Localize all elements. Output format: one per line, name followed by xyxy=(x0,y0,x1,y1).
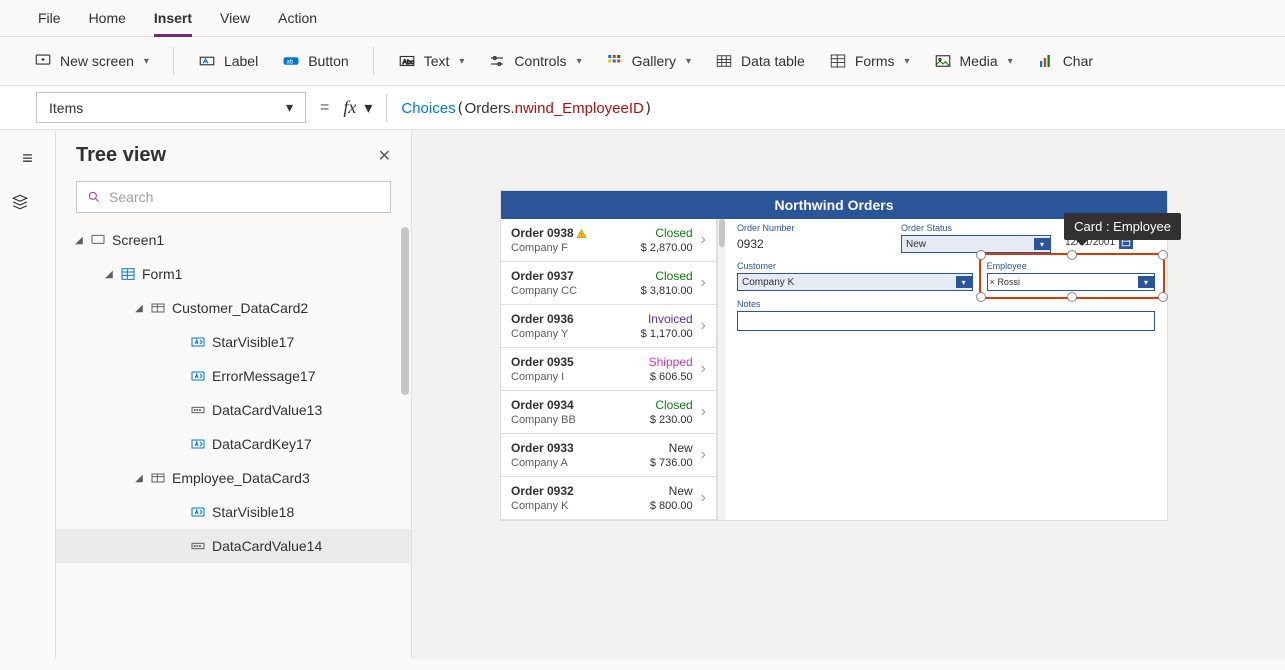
search-input[interactable] xyxy=(76,181,391,213)
equals-label: = xyxy=(320,99,329,117)
order-row[interactable]: Order 0938Company FClosed$ 2,870.00› xyxy=(501,219,716,262)
order-number-value: 0932 xyxy=(737,235,887,253)
customer-label: Customer xyxy=(737,261,973,271)
chevron-right-icon: › xyxy=(701,403,706,421)
order-status-dropdown[interactable]: New▾ xyxy=(901,235,1051,253)
menu-insert[interactable]: Insert xyxy=(154,10,192,37)
order-form: Card : Employee Order Number 0932 Order … xyxy=(725,219,1167,520)
menu-action[interactable]: Action xyxy=(278,10,317,26)
tree-view-title: Tree view xyxy=(76,144,166,167)
property-selector[interactable]: Items ▾ xyxy=(36,92,306,123)
notes-label: Notes xyxy=(737,299,1155,309)
formula-bar: Items ▾ = fx▾ Choices(Orders.nwind_Emplo… xyxy=(0,86,1285,130)
gallery-button[interactable]: Gallery▾ xyxy=(606,52,691,70)
search-icon xyxy=(87,190,101,204)
order-status-label: Order Status xyxy=(901,223,1051,233)
label-icon xyxy=(198,52,216,70)
tree-list: ◢Screen1◢Form1◢Customer_DataCard2StarVis… xyxy=(56,223,411,659)
tree-item[interactable]: ◢Form1 xyxy=(56,257,411,291)
close-icon[interactable]: ✕ xyxy=(378,146,391,166)
employee-label: Employee xyxy=(987,261,1155,271)
hamburger-icon[interactable]: ≡ xyxy=(22,148,33,169)
tree-view-panel: Tree view ✕ ◢Screen1◢Form1◢Customer_Data… xyxy=(56,130,412,659)
screen-plus-icon xyxy=(34,52,52,70)
tree-item[interactable]: DataCardValue13 xyxy=(56,393,411,427)
employee-dropdown[interactable]: × Rossi▾ xyxy=(987,273,1155,291)
warning-icon xyxy=(576,228,587,239)
fx-button[interactable]: fx▾ xyxy=(343,97,372,118)
order-row[interactable]: Order 0937Company CCClosed$ 3,810.00› xyxy=(501,262,716,305)
app-preview: Northwind Orders Order 0938Company FClos… xyxy=(500,190,1168,521)
chevron-right-icon: › xyxy=(701,360,706,378)
chevron-right-icon: › xyxy=(701,317,706,335)
order-row[interactable]: Order 0932Company KNew$ 800.00› xyxy=(501,477,716,520)
tree-item[interactable]: StarVisible18 xyxy=(56,495,411,529)
formula-input[interactable]: Choices(Orders.nwind_EmployeeID) xyxy=(401,99,653,117)
media-button[interactable]: Media▾ xyxy=(934,52,1013,70)
button-icon: ab xyxy=(282,52,300,70)
chevron-down-icon: ▾ xyxy=(286,99,293,116)
tree-item[interactable]: ◢Screen1 xyxy=(56,223,411,257)
ribbon: New screen▾ Label ab Button Abc Text▾ Co… xyxy=(0,37,1285,86)
order-row[interactable]: Order 0933Company ANew$ 736.00› xyxy=(501,434,716,477)
chevron-right-icon: › xyxy=(701,446,706,464)
text-button[interactable]: Abc Text▾ xyxy=(398,52,465,70)
chevron-right-icon: › xyxy=(701,489,706,507)
tree-item[interactable]: ◢Employee_DataCard3 xyxy=(56,461,411,495)
tree-item[interactable]: ◢Customer_DataCard2 xyxy=(56,291,411,325)
order-number-label: Order Number xyxy=(737,223,887,233)
order-row[interactable]: Order 0936Company YInvoiced$ 1,170.00› xyxy=(501,305,716,348)
order-row[interactable]: Order 0934Company BBClosed$ 230.00› xyxy=(501,391,716,434)
svg-text:ab: ab xyxy=(287,59,294,65)
controls-button[interactable]: Controls▾ xyxy=(488,52,581,70)
notes-input[interactable] xyxy=(737,311,1155,331)
text-icon: Abc xyxy=(398,52,416,70)
tree-item[interactable]: StarVisible17 xyxy=(56,325,411,359)
left-rail: ≡ xyxy=(0,130,56,659)
canvas: Northwind Orders Order 0938Company FClos… xyxy=(412,130,1285,659)
gallery-scrollbar[interactable] xyxy=(717,219,725,520)
label-button[interactable]: Label xyxy=(198,52,258,70)
data-table-button[interactable]: Data table xyxy=(715,52,805,70)
tree-item[interactable]: DataCardValue14 xyxy=(56,529,411,563)
top-menu: File Home Insert View Action xyxy=(0,0,1285,37)
chart-button[interactable]: Char xyxy=(1037,52,1093,70)
chart-icon xyxy=(1037,52,1055,70)
button-button[interactable]: ab Button xyxy=(282,52,348,70)
controls-icon xyxy=(488,52,506,70)
menu-home[interactable]: Home xyxy=(89,10,126,26)
table-icon xyxy=(715,52,733,70)
gallery-icon xyxy=(606,52,624,70)
svg-text:Abc: Abc xyxy=(402,59,414,66)
tree-item[interactable]: DataCardKey17 xyxy=(56,427,411,461)
new-screen-button[interactable]: New screen▾ xyxy=(34,52,149,70)
tree-item[interactable]: ErrorMessage17 xyxy=(56,359,411,393)
chevron-right-icon: › xyxy=(701,274,706,292)
tree-view-tab-icon[interactable] xyxy=(0,187,45,222)
customer-dropdown[interactable]: Company K▾ xyxy=(737,273,973,291)
card-tooltip: Card : Employee xyxy=(1064,213,1181,240)
forms-icon xyxy=(829,52,847,70)
order-row[interactable]: Order 0935Company IShipped$ 606.50› xyxy=(501,348,716,391)
menu-file[interactable]: File xyxy=(38,10,61,26)
forms-button[interactable]: Forms▾ xyxy=(829,52,910,70)
menu-view[interactable]: View xyxy=(220,10,250,26)
chevron-right-icon: › xyxy=(701,231,706,249)
scrollbar-thumb[interactable] xyxy=(401,227,409,395)
orders-gallery[interactable]: Order 0938Company FClosed$ 2,870.00›Orde… xyxy=(501,219,717,520)
media-icon xyxy=(934,52,952,70)
